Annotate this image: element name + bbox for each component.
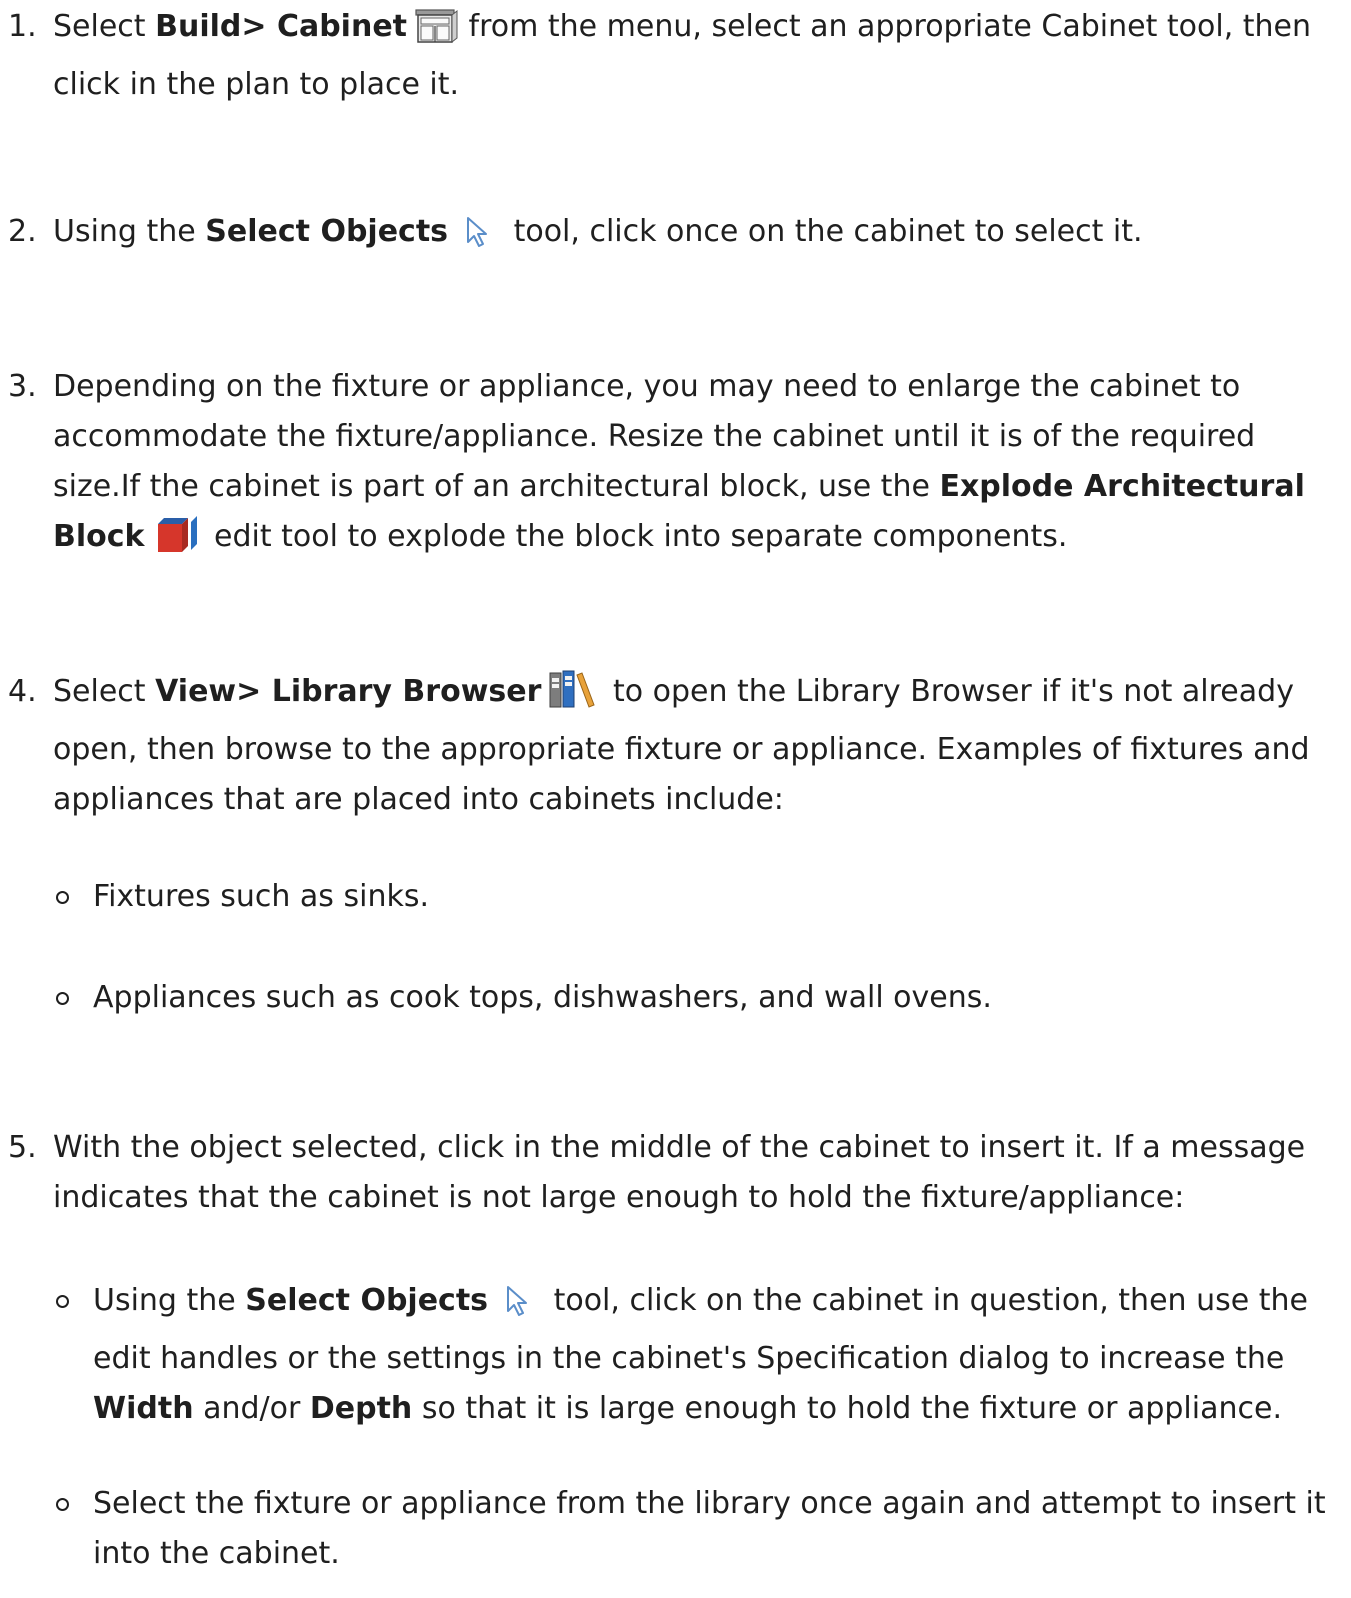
menu-path: View> Library Browser xyxy=(155,674,542,709)
field-name: Width xyxy=(93,1391,194,1426)
select-arrow-icon xyxy=(504,1284,534,1334)
bullet-icon xyxy=(56,891,69,904)
step-number: 5. xyxy=(8,1130,37,1165)
step-number: 3. xyxy=(8,369,37,404)
step-2: 2. Using the Select Objects tool, click … xyxy=(0,207,1330,265)
step-number: 4. xyxy=(8,674,37,709)
step-text: Using the Select Objects tool, click onc… xyxy=(53,207,1330,265)
library-browser-icon xyxy=(547,669,597,725)
menu-path: Build> Cabinet xyxy=(155,9,408,44)
explode-block-icon xyxy=(155,514,199,570)
step-text: With the object selected, click in the m… xyxy=(53,1130,1306,1215)
step-text: Depending on the fixture or appliance, y… xyxy=(53,362,1330,570)
tool-name: Select Objects xyxy=(245,1283,489,1318)
select-arrow-icon xyxy=(464,215,494,265)
step-number: 1. xyxy=(8,9,37,44)
cabinet-icon xyxy=(413,8,459,60)
bullet-icon xyxy=(56,1295,69,1308)
list-item: Select the fixture or appliance from the… xyxy=(0,1479,1330,1579)
field-name: Depth xyxy=(309,1391,413,1426)
list-item: Fixtures such as sinks. xyxy=(0,872,1330,922)
step-1: 1. Select Build> Cabinet from the menu, … xyxy=(0,2,1330,110)
step-3: 3. Depending on the fixture or appliance… xyxy=(0,362,1330,570)
list-item: Appliances such as cook tops, dishwasher… xyxy=(0,973,1330,1023)
bullet-icon xyxy=(56,992,69,1005)
step-text: Select Build> Cabinet from the menu, sel… xyxy=(53,8,1312,102)
list-item: Using the Select Objects tool, click on … xyxy=(0,1276,1330,1434)
bullet-icon xyxy=(56,1498,69,1511)
tool-name: Select Objects xyxy=(205,214,449,249)
step-number: 2. xyxy=(8,214,37,249)
step-5: 5. With the object selected, click in th… xyxy=(0,1123,1330,1223)
step-4: 4. Select View> Library Browser to open … xyxy=(0,667,1330,825)
step-text: Select View> Library Browser to open the… xyxy=(53,667,1330,825)
